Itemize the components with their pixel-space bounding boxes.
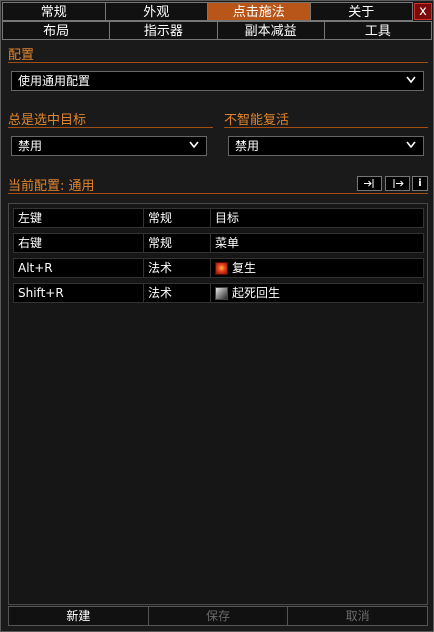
always-target-title: 总是选中目标 [8, 113, 87, 128]
chevron-down-icon [189, 137, 203, 155]
settings-panel: 常规 外观 点击施法 关于 x 布局 指示器 副本减益 工具 配置 使用通用配置… [0, 0, 434, 632]
binding-action-label: 起死回生 [232, 286, 281, 300]
export-icon [393, 179, 404, 188]
chevron-down-icon [406, 72, 420, 90]
no-smart-res-select[interactable]: 禁用 [228, 136, 424, 156]
close-button[interactable]: x [414, 3, 432, 20]
binding-action: 目标 [210, 208, 424, 228]
config-select-value: 使用通用配置 [18, 74, 91, 88]
new-button[interactable]: 新建 [8, 606, 149, 626]
save-button[interactable]: 保存 [147, 606, 289, 626]
table-row[interactable]: 左键 常规 目标 [13, 208, 424, 228]
info-icon: i [418, 178, 422, 189]
tab-general[interactable]: 常规 [2, 2, 106, 21]
binding-type: 常规 [143, 233, 211, 253]
close-icon: x [419, 4, 427, 19]
revive-icon [215, 286, 228, 300]
always-target-value: 禁用 [18, 139, 43, 153]
binding-type: 常规 [143, 208, 211, 228]
always-target-select[interactable]: 禁用 [11, 136, 207, 156]
binding-type: 法术 [143, 258, 211, 278]
import-button[interactable] [357, 176, 382, 191]
table-row[interactable]: 右键 常规 菜单 [13, 233, 424, 253]
tab-tools[interactable]: 工具 [323, 21, 432, 40]
cancel-button[interactable]: 取消 [287, 606, 429, 626]
binding-key: 左键 [13, 208, 144, 228]
tab-about[interactable]: 关于 [309, 2, 413, 21]
binding-action: 起死回生 [210, 283, 424, 303]
table-row[interactable]: Alt+R 法术 复生 [13, 258, 424, 278]
tab-layout[interactable]: 布局 [2, 21, 111, 40]
current-config-title: 当前配置: 通用 [8, 179, 95, 194]
binding-action: 复生 [210, 258, 424, 278]
table-row[interactable]: Shift+R 法术 起死回生 [13, 283, 424, 303]
tab-row-1: 常规 外观 点击施法 关于 [2, 2, 413, 21]
binding-action-label: 目标 [215, 211, 240, 225]
tab-appearance[interactable]: 外观 [104, 2, 208, 21]
binding-action: 菜单 [210, 233, 424, 253]
config-divider [8, 62, 428, 63]
config-select[interactable]: 使用通用配置 [11, 71, 424, 91]
tab-row-2: 布局 指示器 副本减益 工具 [2, 21, 432, 40]
always-target-divider [8, 127, 213, 128]
binding-key: Shift+R [13, 283, 144, 303]
bottom-bar: 新建 保存 取消 [8, 606, 429, 626]
import-icon [363, 179, 373, 188]
no-smart-res-title: 不智能复活 [224, 113, 290, 128]
binding-action-label: 复生 [232, 261, 257, 275]
binding-type: 法术 [143, 283, 211, 303]
tab-indicators[interactable]: 指示器 [109, 21, 218, 40]
rebirth-icon [215, 261, 228, 275]
chevron-down-icon [406, 137, 420, 155]
tab-click-casting[interactable]: 点击施法 [207, 2, 311, 21]
no-smart-res-value: 禁用 [235, 139, 260, 153]
tab-raid-debuffs[interactable]: 副本减益 [216, 21, 325, 40]
binding-action-label: 菜单 [215, 236, 240, 250]
no-smart-res-divider [224, 127, 428, 128]
binding-list[interactable]: 左键 常规 目标 右键 常规 菜单 Alt+R 法术 复生 Shift+R 法术… [8, 203, 428, 605]
export-button[interactable] [385, 176, 410, 191]
binding-key: Alt+R [13, 258, 144, 278]
config-section-title: 配置 [8, 48, 35, 63]
current-config-divider [8, 193, 428, 194]
info-button[interactable]: i [412, 176, 428, 191]
binding-key: 右键 [13, 233, 144, 253]
